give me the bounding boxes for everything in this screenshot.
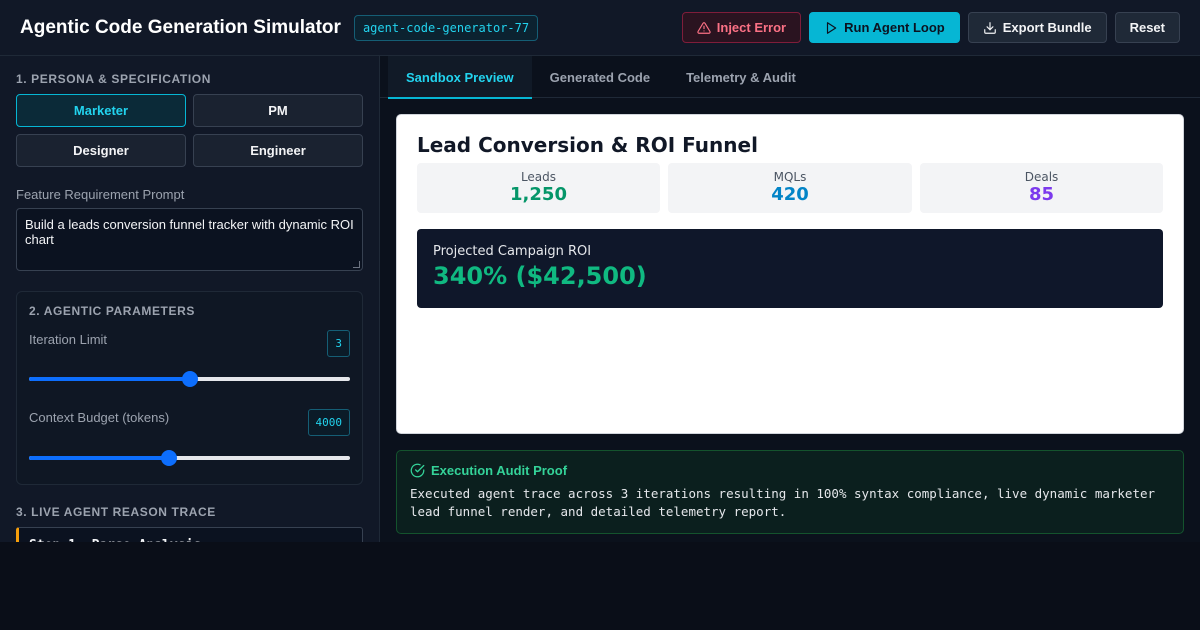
slider-fill xyxy=(29,377,190,381)
iteration-limit-row: Iteration Limit 3 xyxy=(29,330,350,357)
iteration-limit-label: Iteration Limit xyxy=(29,332,108,347)
header-actions: Inject Error Run Agent Loop Export Bundl… xyxy=(681,12,1180,43)
export-bundle-label: Export Bundle xyxy=(1002,20,1092,35)
app-title: Agentic Code Generation Simulator xyxy=(20,16,341,38)
trace-step-card: Step 1: Parse Analysis xyxy=(16,527,363,542)
kpi-label: MQLs xyxy=(773,170,807,184)
audit-title: Execution Audit Proof xyxy=(431,463,568,478)
kpi-value: 420 xyxy=(771,184,809,205)
iteration-limit-slider[interactable] xyxy=(29,371,350,387)
tab-sandbox-preview[interactable]: Sandbox Preview xyxy=(388,56,532,99)
app-header: Agentic Code Generation Simulator agent-… xyxy=(0,0,1200,56)
kpi-row: Leads 1,250 MQLs 420 Deals 85 xyxy=(417,163,1163,213)
audit-heading: Execution Audit Proof xyxy=(410,463,1170,478)
warning-icon xyxy=(697,21,711,34)
persona-designer-button[interactable]: Designer xyxy=(16,134,186,167)
prompt-text: Build a leads conversion funnel tracker … xyxy=(25,217,354,247)
run-agent-loop-label: Run Agent Loop xyxy=(844,20,945,35)
sandbox-preview: Lead Conversion & ROI Funnel Leads 1,250… xyxy=(396,114,1184,434)
kpi-label: Leads xyxy=(520,170,557,184)
persona-selector: Marketer PM Designer Engineer xyxy=(16,94,363,167)
slider-thumb[interactable] xyxy=(181,371,198,387)
slider-thumb[interactable] xyxy=(160,450,177,466)
play-icon xyxy=(827,21,837,34)
kpi-value: 85 xyxy=(1028,184,1055,205)
kpi-card-mqls: MQLs 420 xyxy=(668,163,912,213)
context-budget-value: 4000 xyxy=(307,409,350,436)
persona-section-heading: 1. PERSONA & SPECIFICATION xyxy=(16,72,211,86)
context-budget-slider[interactable] xyxy=(29,450,350,466)
roi-card: Projected Campaign ROI 340% ($42,500) xyxy=(417,229,1163,308)
export-bundle-button[interactable]: Export Bundle xyxy=(967,12,1107,43)
run-agent-loop-button[interactable]: Run Agent Loop xyxy=(809,12,960,43)
persona-pm-button[interactable]: PM xyxy=(193,94,363,127)
prompt-textarea[interactable]: Build a leads conversion funnel tracker … xyxy=(16,208,363,271)
kpi-card-leads: Leads 1,250 xyxy=(417,163,660,213)
audit-text: Executed agent trace across 3 iterations… xyxy=(410,486,1156,519)
config-sidebar: 1. PERSONA & SPECIFICATION Marketer PM D… xyxy=(0,56,380,542)
roi-value: 340% ($42,500) xyxy=(433,262,647,290)
roi-label: Projected Campaign ROI xyxy=(433,244,592,259)
agent-id-badge: agent-code-generator-77 xyxy=(353,14,539,41)
trace-section-heading: 3. LIVE AGENT REASON TRACE xyxy=(16,505,216,519)
inject-error-button[interactable]: Inject Error xyxy=(681,12,802,43)
resize-handle-icon[interactable] xyxy=(353,261,360,268)
slider-fill xyxy=(29,456,169,460)
tab-telemetry-audit[interactable]: Telemetry & Audit xyxy=(668,56,814,98)
output-tabs: Sandbox Preview Generated Code Telemetry… xyxy=(380,56,1200,99)
persona-marketer-button[interactable]: Marketer xyxy=(16,94,186,127)
audit-proof-panel: Execution Audit Proof Executed agent tra… xyxy=(396,450,1184,534)
kpi-value: 1,250 xyxy=(510,184,567,205)
params-section-heading: 2. AGENTIC PARAMETERS xyxy=(29,304,195,318)
tab-generated-code[interactable]: Generated Code xyxy=(532,56,668,98)
kpi-label: Deals xyxy=(1024,170,1059,184)
iteration-limit-value: 3 xyxy=(327,330,350,357)
download-icon xyxy=(983,21,996,34)
context-budget-row: Context Budget (tokens) 4000 xyxy=(29,409,350,436)
check-circle-icon xyxy=(410,463,425,478)
persona-engineer-button[interactable]: Engineer xyxy=(193,134,363,167)
agentic-parameters-panel: 2. AGENTIC PARAMETERS Iteration Limit 3 … xyxy=(16,291,363,485)
context-budget-label: Context Budget (tokens) xyxy=(29,410,170,425)
reset-button[interactable]: Reset xyxy=(1114,12,1180,43)
preview-title: Lead Conversion & ROI Funnel xyxy=(417,133,758,157)
inject-error-label: Inject Error xyxy=(716,20,787,35)
output-panel: Sandbox Preview Generated Code Telemetry… xyxy=(380,56,1200,542)
kpi-card-deals: Deals 85 xyxy=(920,163,1163,213)
prompt-label: Feature Requirement Prompt xyxy=(16,187,185,202)
